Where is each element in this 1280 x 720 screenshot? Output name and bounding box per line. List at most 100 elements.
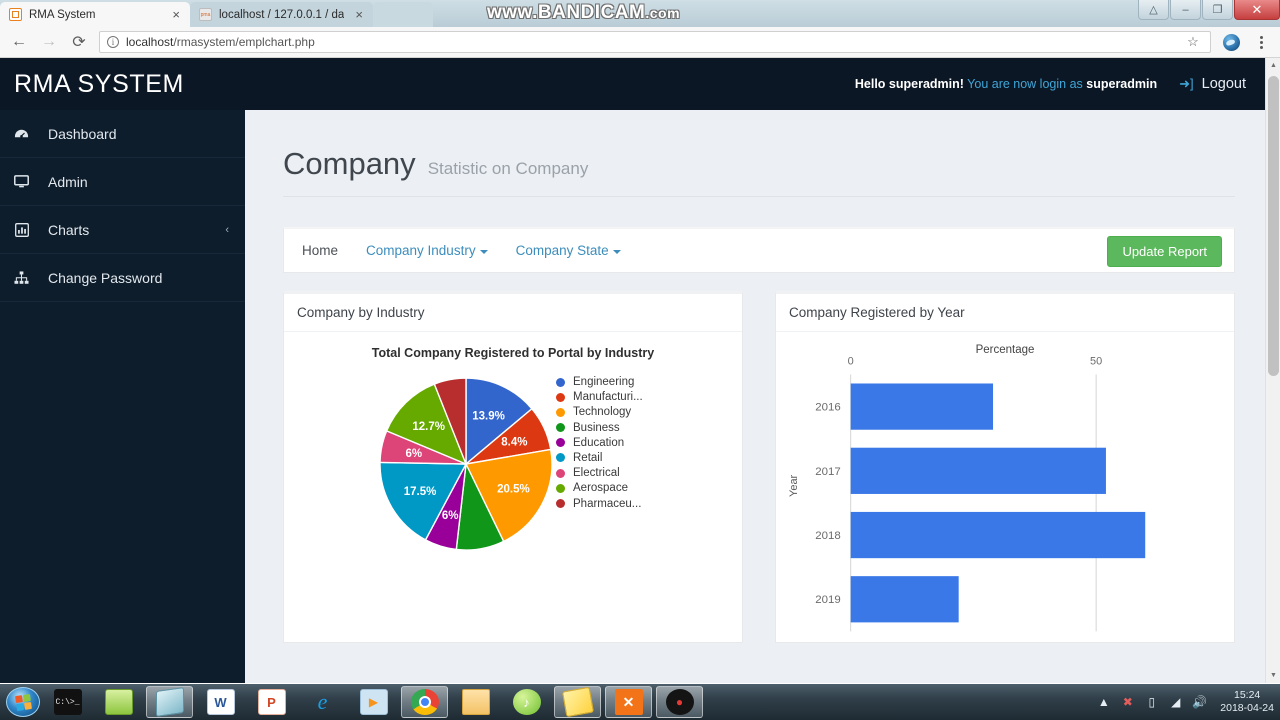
taskbar-item-google-chrome[interactable]: [401, 686, 448, 718]
app-header: RMA SYSTEM Hello superadmin! You are now…: [0, 58, 1280, 110]
nav-link-home[interactable]: Home: [302, 243, 352, 258]
greeting-text: Hello superadmin!: [854, 77, 964, 91]
taskbar-item-sublime-text[interactable]: [146, 686, 193, 718]
back-icon[interactable]: ←: [9, 32, 29, 52]
legend-item[interactable]: Retail: [556, 452, 643, 464]
chart-cards-row: Company by Industry Total Company Regist…: [283, 291, 1235, 643]
pie-slice-label: 8.4%: [501, 437, 527, 449]
phpmyadmin-favicon-icon: pma: [199, 8, 212, 21]
close-icon[interactable]: ×: [351, 8, 363, 21]
new-tab-button[interactable]: [372, 2, 433, 27]
clock[interactable]: 15:24 2018-04-24: [1216, 689, 1274, 715]
page-scrollbar[interactable]: ▲ ▼: [1265, 58, 1280, 683]
taskbar-item-xampp[interactable]: ✕: [605, 686, 652, 718]
minimize-button[interactable]: –: [1170, 0, 1201, 20]
taskbar-item-file-explorer[interactable]: [452, 686, 499, 718]
volume-icon[interactable]: 🔊: [1192, 695, 1207, 709]
sidebar-item-change-password[interactable]: Change Password: [0, 254, 245, 302]
bookmark-star-icon[interactable]: ☆: [1183, 34, 1203, 50]
nav-link-label: Company Industry: [366, 243, 476, 258]
x-axis-tick-label: 50: [1090, 356, 1102, 368]
nav-dropdown-company-industry[interactable]: Company Industry: [352, 243, 502, 258]
microsoft-powerpoint-icon: P: [257, 689, 286, 715]
taskbar-item-internet-explorer[interactable]: e: [299, 686, 346, 718]
legend-item[interactable]: Aerospace: [556, 482, 643, 494]
close-window-button[interactable]: ✕: [1234, 0, 1280, 20]
bar[interactable]: [850, 511, 1146, 559]
dashboard-icon: [13, 126, 30, 141]
antivirus-icon[interactable]: ✖: [1120, 695, 1135, 709]
profile-avatar-icon[interactable]: [1221, 33, 1241, 51]
monitor-icon: [13, 174, 30, 189]
taskbar-item-microsoft-powerpoint[interactable]: P: [248, 686, 295, 718]
bar[interactable]: [850, 576, 959, 623]
scrollbar-thumb[interactable]: [1268, 76, 1279, 376]
legend-item[interactable]: Education: [556, 437, 643, 449]
user-profile-icon[interactable]: △: [1138, 0, 1169, 20]
legend-item[interactable]: Electrical: [556, 467, 643, 479]
legend-item[interactable]: Engineering: [556, 376, 643, 388]
xampp-icon: ✕: [614, 689, 643, 715]
scroll-down-icon[interactable]: ▼: [1266, 668, 1280, 683]
start-button[interactable]: [6, 687, 40, 717]
browser-tab-phpmyadmin[interactable]: pma localhost / 127.0.0.1 / da ×: [190, 2, 373, 27]
app-brand[interactable]: RMA SYSTEM: [0, 70, 245, 99]
page-viewport: RMA SYSTEM Hello superadmin! You are now…: [0, 58, 1280, 683]
bar[interactable]: [850, 447, 1106, 494]
user-greeting: Hello superadmin! You are now login as s…: [855, 77, 1157, 91]
browser-toolbar: ← → ⟳ i localhost/rmasystem/emplchart.ph…: [0, 27, 1280, 58]
close-icon[interactable]: ×: [168, 8, 180, 21]
legend-label: Technology: [573, 406, 632, 419]
legend-label: Electrical: [573, 467, 620, 480]
internet-explorer-icon: e: [317, 689, 328, 714]
legend-color-swatch: [556, 377, 565, 387]
logout-button[interactable]: ➜] Logout: [1179, 76, 1246, 92]
site-info-icon[interactable]: i: [107, 36, 119, 48]
chart-navbar: Home Company Industry Company State Upda…: [283, 227, 1235, 273]
media-player-icon: ▶: [359, 689, 388, 715]
bar[interactable]: [850, 383, 994, 430]
pie-slice-label: 20.5%: [497, 483, 530, 495]
forward-icon[interactable]: →: [39, 32, 59, 52]
legend-item[interactable]: Technology: [556, 406, 643, 418]
network-icon[interactable]: ◢: [1168, 695, 1183, 709]
maximize-button[interactable]: ❐: [1202, 0, 1233, 20]
address-bar[interactable]: i localhost/rmasystem/emplchart.php ☆: [99, 31, 1211, 53]
header-right-group: Hello superadmin! You are now login as s…: [855, 76, 1280, 92]
taskbar-item-bandicam[interactable]: ●: [656, 686, 703, 718]
taskbar-item-command-prompt[interactable]: C:\>_: [44, 686, 91, 718]
battery-icon[interactable]: ▯: [1144, 695, 1159, 709]
update-report-button[interactable]: Update Report: [1107, 236, 1222, 267]
pie-chart[interactable]: 13.9% 8.4% 20.5% 6% 17.5% 6% 12.7%: [376, 374, 556, 559]
taskbar-item-notepad-plus-plus[interactable]: [95, 686, 142, 718]
browser-tab-rma-system[interactable]: RMA System ×: [0, 2, 190, 27]
legend-item[interactable]: Pharmaceu...: [556, 498, 643, 510]
taskbar-item-media-player[interactable]: ▶: [350, 686, 397, 718]
scroll-up-icon[interactable]: ▲: [1266, 58, 1280, 73]
legend-label: Engineering: [573, 376, 635, 388]
legend-label: Pharmaceu...: [573, 497, 642, 510]
legend-color-swatch: [556, 453, 565, 463]
taskbar-item-sticky-notes[interactable]: [554, 686, 601, 718]
sidebar: Dashboard Admin Charts ‹ Change Password: [0, 110, 245, 683]
legend-item[interactable]: Manufacturi...: [556, 391, 643, 403]
taskbar-item-music-app[interactable]: ♪: [503, 686, 550, 718]
y-axis-tick-label: 2016: [815, 402, 840, 414]
legend-item[interactable]: Business: [556, 422, 643, 434]
sidebar-item-charts[interactable]: Charts ‹: [0, 206, 245, 254]
notepad-plus-plus-icon: [104, 689, 133, 715]
taskbar-item-microsoft-word[interactable]: W: [197, 686, 244, 718]
page-subtitle: Statistic on Company: [427, 159, 589, 178]
nav-dropdown-company-state[interactable]: Company State: [502, 243, 635, 258]
bar-chart-svg[interactable]: 0 50 2016 2017 2018 2019: [776, 332, 1234, 643]
reload-icon[interactable]: ⟳: [69, 32, 89, 52]
address-bar-url: localhost/rmasystem/emplchart.php: [126, 35, 1176, 49]
sidebar-item-dashboard[interactable]: Dashboard: [0, 110, 245, 158]
music-note-icon: ♪: [512, 689, 541, 715]
sitemap-icon: [13, 270, 30, 285]
sidebar-item-admin[interactable]: Admin: [0, 158, 245, 206]
username-label: superadmin: [1086, 77, 1158, 91]
chrome-menu-icon[interactable]: [1251, 35, 1271, 49]
show-hidden-icons[interactable]: ▲: [1096, 695, 1111, 709]
legend-color-swatch: [556, 423, 565, 433]
